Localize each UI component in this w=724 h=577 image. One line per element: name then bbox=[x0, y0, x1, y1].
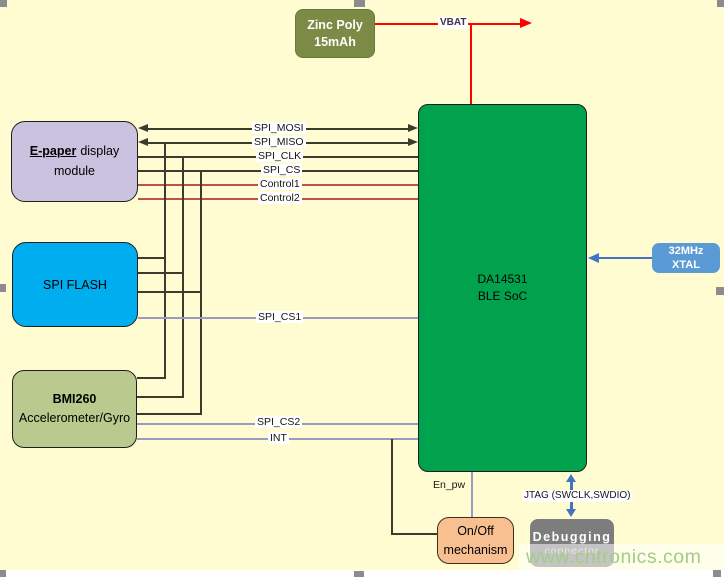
control2-label: Control2 bbox=[258, 192, 302, 204]
vbat-label: VBAT bbox=[438, 17, 468, 29]
onoff-label-line2: mechanism bbox=[444, 541, 508, 559]
diagram-canvas: VBAT SPI_MOSI SPI_MISO SPI_CLK SPI_CS Co… bbox=[0, 0, 724, 577]
spi-flash-label: SPI FLASH bbox=[43, 278, 107, 292]
soc-label-line1: DA14531 bbox=[477, 271, 527, 288]
battery-label-line2: 15mAh bbox=[314, 34, 356, 50]
battery-block: Zinc Poly 15mAh bbox=[295, 9, 375, 58]
battery-label-line1: Zinc Poly bbox=[307, 17, 363, 33]
onoff-label-line1: On/Off bbox=[457, 522, 494, 540]
resize-handle-bottom-left[interactable] bbox=[0, 570, 6, 577]
debug-label-line1: Debugging bbox=[533, 529, 612, 545]
epaper-label-emphasis: E-paper bbox=[30, 144, 77, 158]
control1-label: Control1 bbox=[258, 178, 302, 190]
flash-bus-stub-2 bbox=[138, 272, 184, 274]
vbat-line-vertical bbox=[470, 24, 472, 105]
bmi260-block: BMI260 Accelerometer/Gyro bbox=[12, 370, 137, 448]
xtal-block: 32MHz XTAL bbox=[652, 243, 720, 273]
onoff-int-line-horizontal bbox=[391, 533, 438, 535]
watermark-text: www.cntronics.com bbox=[519, 546, 701, 569]
imu-bus-stub-1 bbox=[137, 377, 166, 379]
resize-handle-middle-right[interactable] bbox=[716, 287, 724, 295]
watermark-band: www.cntronics.com bbox=[519, 544, 724, 570]
epaper-display-block: E-paperdisplay module bbox=[11, 121, 138, 202]
resize-handle-bottom-middle[interactable] bbox=[354, 571, 364, 577]
epaper-label-line1: E-paperdisplay bbox=[30, 142, 119, 161]
spi-miso-arrowhead-left-icon bbox=[138, 138, 148, 146]
epaper-label-rest: display bbox=[80, 144, 119, 158]
xtal-label-line2: XTAL bbox=[672, 258, 700, 272]
spi-cs2-label: SPI_CS2 bbox=[255, 416, 302, 428]
soc-label-line2: BLE SoC bbox=[478, 288, 527, 305]
bus-vertical-miso bbox=[164, 143, 166, 379]
flash-bus-stub-1 bbox=[138, 257, 166, 259]
onoff-mechanism-block: On/Off mechanism bbox=[437, 517, 514, 564]
da14531-soc-block: DA14531 BLE SoC bbox=[418, 104, 587, 472]
bus-vertical-cs bbox=[200, 171, 202, 415]
spi-miso-label: SPI_MISO bbox=[252, 136, 306, 148]
bmi260-label-line1: BMI260 bbox=[53, 390, 97, 409]
onoff-int-line-vertical bbox=[391, 439, 393, 535]
xtal-label-line1: 32MHz bbox=[669, 244, 704, 258]
jtag-arrowhead-up-icon bbox=[566, 474, 576, 482]
bmi260-label-line2: Accelerometer/Gyro bbox=[19, 409, 130, 428]
jtag-label: JTAG (SWCLK,SWDIO) bbox=[522, 490, 632, 502]
spi-mosi-arrowhead-left-icon bbox=[138, 124, 148, 132]
en-pw-label: En_pw bbox=[431, 479, 467, 491]
xtal-arrowhead-left-icon bbox=[588, 253, 599, 263]
spi-flash-block: SPI FLASH bbox=[12, 242, 138, 327]
jtag-arrowhead-down-icon bbox=[566, 509, 576, 517]
bus-vertical-clk bbox=[182, 157, 184, 398]
en-pw-line bbox=[471, 472, 473, 518]
resize-handle-middle-left[interactable] bbox=[0, 284, 6, 292]
resize-handle-top-right[interactable] bbox=[717, 0, 724, 7]
imu-bus-stub-3 bbox=[137, 413, 202, 415]
spi-miso-arrowhead-right-icon bbox=[408, 138, 418, 146]
flash-bus-stub-3 bbox=[138, 291, 202, 293]
vbat-arrowhead-right-icon bbox=[520, 18, 532, 28]
xtal-line bbox=[598, 257, 652, 259]
resize-handle-bottom-right[interactable] bbox=[713, 570, 721, 577]
spi-mosi-label: SPI_MOSI bbox=[252, 122, 306, 134]
resize-handle-top-left[interactable] bbox=[0, 0, 7, 7]
spi-clk-label: SPI_CLK bbox=[256, 150, 303, 162]
imu-bus-stub-2 bbox=[137, 396, 184, 398]
int-label: INT bbox=[268, 432, 289, 444]
resize-handle-top-middle[interactable] bbox=[354, 0, 365, 7]
spi-cs-label: SPI_CS bbox=[261, 164, 302, 176]
epaper-label-line2: module bbox=[54, 162, 95, 181]
spi-mosi-arrowhead-right-icon bbox=[408, 124, 418, 132]
spi-cs1-label: SPI_CS1 bbox=[256, 311, 303, 323]
